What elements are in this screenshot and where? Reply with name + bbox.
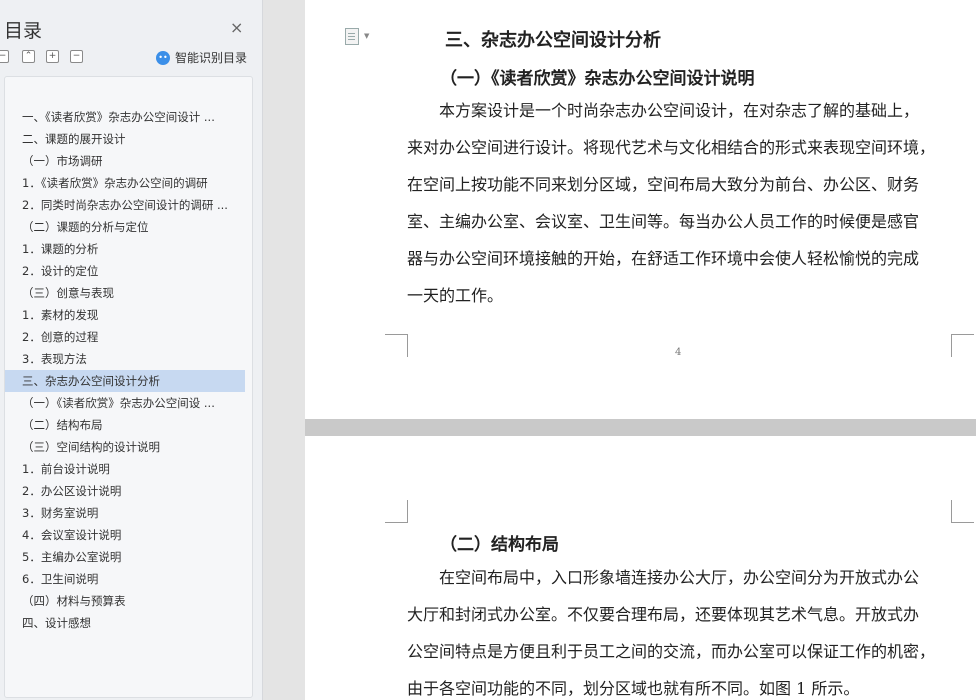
margin-corner-mark xyxy=(385,500,408,523)
smart-toc-icon: •• xyxy=(156,50,170,65)
subsection-heading: （二）结构布局 xyxy=(440,535,559,555)
page-number: 4 xyxy=(675,347,682,358)
toc-item[interactable]: （二）结构布局 xyxy=(5,414,245,436)
paragraph-line: 大厅和封闭式办公室。不仅要合理布局，还要体现其艺术气息。开放式办 xyxy=(407,605,920,624)
chevron-down-icon[interactable]: ▼ xyxy=(364,32,369,40)
toc-item[interactable]: 5．主编办公室说明 xyxy=(5,546,245,568)
paragraph-line: 在空间布局中，入口形象墙连接办公大厅，办公空间分为开放式办公 xyxy=(407,568,920,587)
section-heading: 三、杂志办公空间设计分析 xyxy=(445,30,661,51)
toc-panel: 目录 × − ⌃ + − •• 智能识别目录 一、《读者欣赏》杂志办公空间设计 … xyxy=(0,0,263,700)
toc-item[interactable]: （二）课题的分析与定位 xyxy=(5,216,245,238)
toc-item[interactable]: （一）市场调研 xyxy=(5,150,245,172)
toc-item[interactable]: 1．《读者欣赏》杂志办公空间的调研 xyxy=(5,172,245,194)
toc-item[interactable]: 1．前台设计说明 xyxy=(5,458,245,480)
toc-item[interactable]: （四）材料与预算表 xyxy=(5,590,245,612)
page-gap xyxy=(305,419,976,436)
paragraph-line: 本方案设计是一个时尚杂志办公空间设计，在对杂志了解的基础上， xyxy=(407,101,920,120)
document-icon[interactable] xyxy=(345,28,359,45)
paragraph-line: 由于各空间功能的不同，划分区域也就有所不同。如图 1 所示。 xyxy=(407,679,860,698)
paragraph-line: 来对办公空间进行设计。将现代艺术与文化相结合的形式来表现空间环境， xyxy=(407,138,936,157)
paragraph-line: 一天的工作。 xyxy=(407,286,504,305)
paragraph: 本方案设计是一个时尚杂志办公空间设计，在对杂志了解的基础上， 来对办公空间进行设… xyxy=(407,92,955,314)
paragraph: 在空间布局中，入口形象墙连接办公大厅，办公空间分为开放式办公 大厅和封闭式办公室… xyxy=(407,559,955,700)
paragraph-line: 公空间特点是方便且利于员工之间的交流，而办公室可以保证工作的机密， xyxy=(407,642,936,661)
expand-up-icon[interactable]: ⌃ xyxy=(22,50,35,63)
add-heading-icon[interactable]: + xyxy=(46,50,59,63)
collapse-all-icon[interactable]: − xyxy=(0,50,9,63)
toc-item[interactable]: 1．课题的分析 xyxy=(5,238,245,260)
toc-item[interactable]: 二、课题的展开设计 xyxy=(5,128,245,150)
paragraph-line: 器与办公空间环境接触的开始，在舒适工作环境中会使人轻松愉悦的完成 xyxy=(407,249,920,268)
smart-toc-label: 智能识别目录 xyxy=(175,51,248,65)
toc-list-container: 一、《读者欣赏》杂志办公空间设计 ... 二、课题的展开设计 （一）市场调研 1．《读… xyxy=(4,76,253,698)
document-area[interactable]: ▼ 三、杂志办公空间设计分析 （一）《读者欣赏》杂志办公空间设计说明 本方案设计… xyxy=(263,0,976,700)
toc-item[interactable]: 2．创意的过程 xyxy=(5,326,245,348)
toc-item[interactable]: 3．财务室说明 xyxy=(5,502,245,524)
toc-list: 一、《读者欣赏》杂志办公空间设计 ... 二、课题的展开设计 （一）市场调研 1．《读… xyxy=(5,106,245,634)
margin-corner-mark xyxy=(951,334,974,357)
subsection-heading: （一）《读者欣赏》杂志办公空间设计说明 xyxy=(440,69,755,89)
remove-heading-icon[interactable]: − xyxy=(70,50,83,63)
toc-item[interactable]: 一、《读者欣赏》杂志办公空间设计 ... xyxy=(5,106,245,128)
margin-corner-mark xyxy=(951,500,974,523)
toc-item[interactable]: 6．卫生间说明 xyxy=(5,568,245,590)
toc-item[interactable]: 2．同类时尚杂志办公空间设计的调研 ... xyxy=(5,194,245,216)
smart-toc-button[interactable]: •• 智能识别目录 xyxy=(156,49,247,66)
margin-corner-mark xyxy=(385,334,408,357)
toc-item[interactable]: 2．设计的定位 xyxy=(5,260,245,282)
toc-item[interactable]: 1．素材的发现 xyxy=(5,304,245,326)
toc-item[interactable]: 三、杂志办公空间设计分析 xyxy=(5,370,245,392)
toc-item[interactable]: （一）《读者欣赏》杂志办公空间设 ... xyxy=(5,392,245,414)
paragraph-line: 在空间上按功能不同来划分区域，空间布局大致分为前台、办公区、财务 xyxy=(407,175,920,194)
close-icon[interactable]: × xyxy=(230,20,243,36)
toc-item[interactable]: 2．办公区设计说明 xyxy=(5,480,245,502)
document-page-4[interactable]: ▼ 三、杂志办公空间设计分析 （一）《读者欣赏》杂志办公空间设计说明 本方案设计… xyxy=(305,0,976,419)
toc-item[interactable]: 4．会议室设计说明 xyxy=(5,524,245,546)
toc-item[interactable]: 四、设计感想 xyxy=(5,612,245,634)
toc-title: 目录 xyxy=(4,20,43,42)
toc-item[interactable]: 3．表现方法 xyxy=(5,348,245,370)
document-page-5[interactable]: （二）结构布局 在空间布局中，入口形象墙连接办公大厅，办公空间分为开放式办公 大… xyxy=(305,436,976,700)
toc-item[interactable]: （三）空间结构的设计说明 xyxy=(5,436,245,458)
toc-item[interactable]: （三）创意与表现 xyxy=(5,282,245,304)
paragraph-line: 室、主编办公室、会议室、卫生间等。每当办公人员工作的时候便是感官 xyxy=(407,212,920,231)
